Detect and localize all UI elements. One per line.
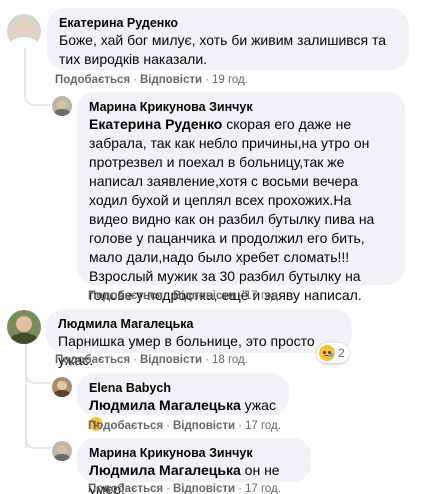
- thread-curve: [25, 368, 51, 384]
- comment-text: Екатерина Руденко скорая его даже не заб…: [89, 116, 375, 303]
- comment-bubble: Elena Babych Людмила Магалецька ужас: [77, 373, 289, 431]
- comment-author[interactable]: Людмила Магалецька: [58, 316, 340, 332]
- reply-button[interactable]: Відповісти: [173, 290, 235, 302]
- comment-actions: Подобається · Відповісти · 17 год.: [88, 483, 281, 494]
- comment-author[interactable]: Екатерина Руденко: [59, 15, 397, 31]
- comment-time[interactable]: 17 год.: [245, 483, 281, 494]
- comment-text: Боже, хай бог милує, хоть би живим залиш…: [59, 32, 387, 67]
- reply-button[interactable]: Відповісти: [140, 74, 202, 86]
- reply-button[interactable]: Відповісти: [140, 354, 202, 366]
- comment-author[interactable]: Марина Крикунова Зинчук: [89, 445, 299, 461]
- comment-actions: Подобається · Відповісти · 17 год.: [88, 290, 281, 302]
- comment-time[interactable]: 18 год.: [212, 354, 248, 366]
- comment-author[interactable]: Марина Крикунова Зинчук: [89, 99, 393, 115]
- sad-face-icon: [319, 345, 335, 361]
- comment-time[interactable]: 17 год.: [245, 290, 281, 302]
- thread-line: [24, 46, 26, 94]
- comment-bubble: Екатерина Руденко Боже, хай бог милує, х…: [47, 8, 409, 70]
- reply-button[interactable]: Відповісти: [173, 483, 235, 494]
- like-button[interactable]: Подобається: [88, 483, 163, 494]
- reaction-count: 2: [338, 346, 345, 360]
- comment-author[interactable]: Elena Babych: [89, 380, 277, 396]
- comment-actions: Подобається · Відповісти · 17 год.: [88, 420, 281, 432]
- like-button[interactable]: Подобається: [55, 354, 130, 366]
- reaction-badge[interactable]: 2: [317, 343, 349, 363]
- avatar[interactable]: [52, 96, 72, 116]
- avatar[interactable]: [52, 377, 72, 397]
- like-button[interactable]: Подобається: [88, 420, 163, 432]
- comment-time[interactable]: 19 год.: [212, 74, 248, 86]
- like-button[interactable]: Подобається: [55, 74, 130, 86]
- avatar[interactable]: [7, 14, 41, 48]
- mention-link[interactable]: Людмила Магалецька: [89, 462, 241, 478]
- mention-link[interactable]: Екатерина Руденко: [89, 116, 222, 132]
- comment-actions: Подобається · Відповісти · 18 год.: [55, 354, 248, 366]
- comment-bubble: Людмила Магалецька Парнишка умер в больн…: [46, 309, 352, 368]
- mention-link[interactable]: Людмила Магалецька: [89, 397, 241, 413]
- comment-actions: Подобається · Відповісти · 19 год.: [55, 74, 248, 86]
- comment-bubble: Марина Крикунова Зинчук Людмила Магалець…: [77, 438, 311, 494]
- avatar[interactable]: [7, 310, 41, 344]
- comment-time[interactable]: 17 год.: [245, 420, 281, 432]
- like-button[interactable]: Подобається: [88, 290, 163, 302]
- thread-curve: [25, 433, 51, 449]
- reply-button[interactable]: Відповісти: [173, 420, 235, 432]
- thread-curve: [24, 92, 50, 106]
- avatar[interactable]: [52, 441, 72, 461]
- comment-bubble: Марина Крикунова Зинчук Екатерина Руденк…: [77, 92, 405, 303]
